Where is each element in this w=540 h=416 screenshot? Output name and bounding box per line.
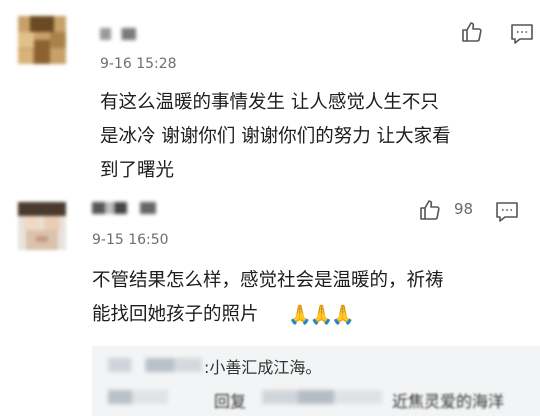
reply-line-2-partial-1: 回复 (214, 392, 247, 411)
reply-line-2-partial-2: 近焦灵爱的海洋 (392, 392, 505, 411)
reply-text: :小善汇成江海。 (204, 358, 322, 377)
like-count: 98 (454, 200, 474, 218)
comment-text-line-3: 到了曙光 (100, 160, 175, 181)
comment-text-line-2: 是冰冷 谢谢你们 谢谢你们的努力 让大家看 (100, 126, 451, 147)
comment-icon[interactable] (509, 22, 535, 46)
comment-text-line-1: 有这么温暖的事情发生 让人感觉人生不只 (100, 92, 439, 113)
comment-icon[interactable] (494, 200, 520, 224)
reply-line-2-blurred-2 (262, 390, 382, 404)
reply-line-2-blurred-1 (108, 390, 168, 404)
comment-time: 9-15 16:50 (92, 232, 169, 248)
avatar[interactable] (18, 16, 66, 64)
thumbs-up-icon[interactable] (460, 20, 484, 44)
comment-text-line-2: 能找回她孩子的照片 (92, 304, 259, 325)
thumbs-up-icon[interactable] (418, 198, 442, 222)
username-blurred[interactable] (100, 28, 136, 40)
praying-hands-emoji: 🙏🙏🙏 (288, 304, 355, 326)
username-blurred[interactable] (92, 202, 156, 214)
comment-time: 9-16 15:28 (100, 56, 177, 72)
avatar[interactable] (18, 202, 66, 250)
comment-1: 9-16 15:28 有这么温暖的事情发生 让人感觉人生不只 是冰冷 谢谢你们 … (0, 0, 540, 190)
reply-box[interactable]: :小善汇成江海。 回复 近焦灵爱的海洋 (92, 346, 540, 416)
comment-text-line-1: 不管结果怎么样，感觉社会是温暖的，祈祷 (92, 270, 444, 291)
reply-username-blurred[interactable] (108, 358, 202, 372)
